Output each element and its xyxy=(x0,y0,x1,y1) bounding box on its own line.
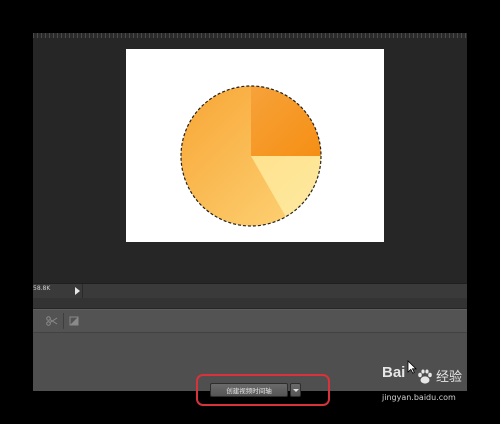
panel-separator xyxy=(33,298,467,308)
scissors-icon[interactable] xyxy=(44,314,60,328)
timeline-type-dropdown[interactable] xyxy=(290,383,301,397)
create-video-timeline-button[interactable]: 创建视频时间轴 xyxy=(210,383,288,397)
baidu-paw-icon xyxy=(418,369,432,384)
chevron-down-icon xyxy=(293,389,299,392)
toolbar-divider xyxy=(63,313,64,329)
photoshop-window: 58.8K 创建视频时间轴 xyxy=(33,33,467,406)
status-menu-arrow-icon[interactable] xyxy=(75,287,80,295)
canvas-area xyxy=(33,38,467,283)
zoom-value: 58.8K xyxy=(33,285,51,292)
document-canvas[interactable] xyxy=(126,49,384,242)
transition-icon[interactable] xyxy=(66,314,82,328)
pie-slice-dark xyxy=(251,86,321,156)
timeline-toolbar xyxy=(33,310,467,333)
status-bar: 58.8K xyxy=(33,283,467,298)
watermark-brand: Bai xyxy=(382,364,406,381)
pie-artwork xyxy=(180,85,322,227)
watermark-url: jingyan.baidu.com xyxy=(382,393,456,402)
watermark-suffix: 经验 xyxy=(436,370,463,385)
status-divider xyxy=(82,284,83,298)
